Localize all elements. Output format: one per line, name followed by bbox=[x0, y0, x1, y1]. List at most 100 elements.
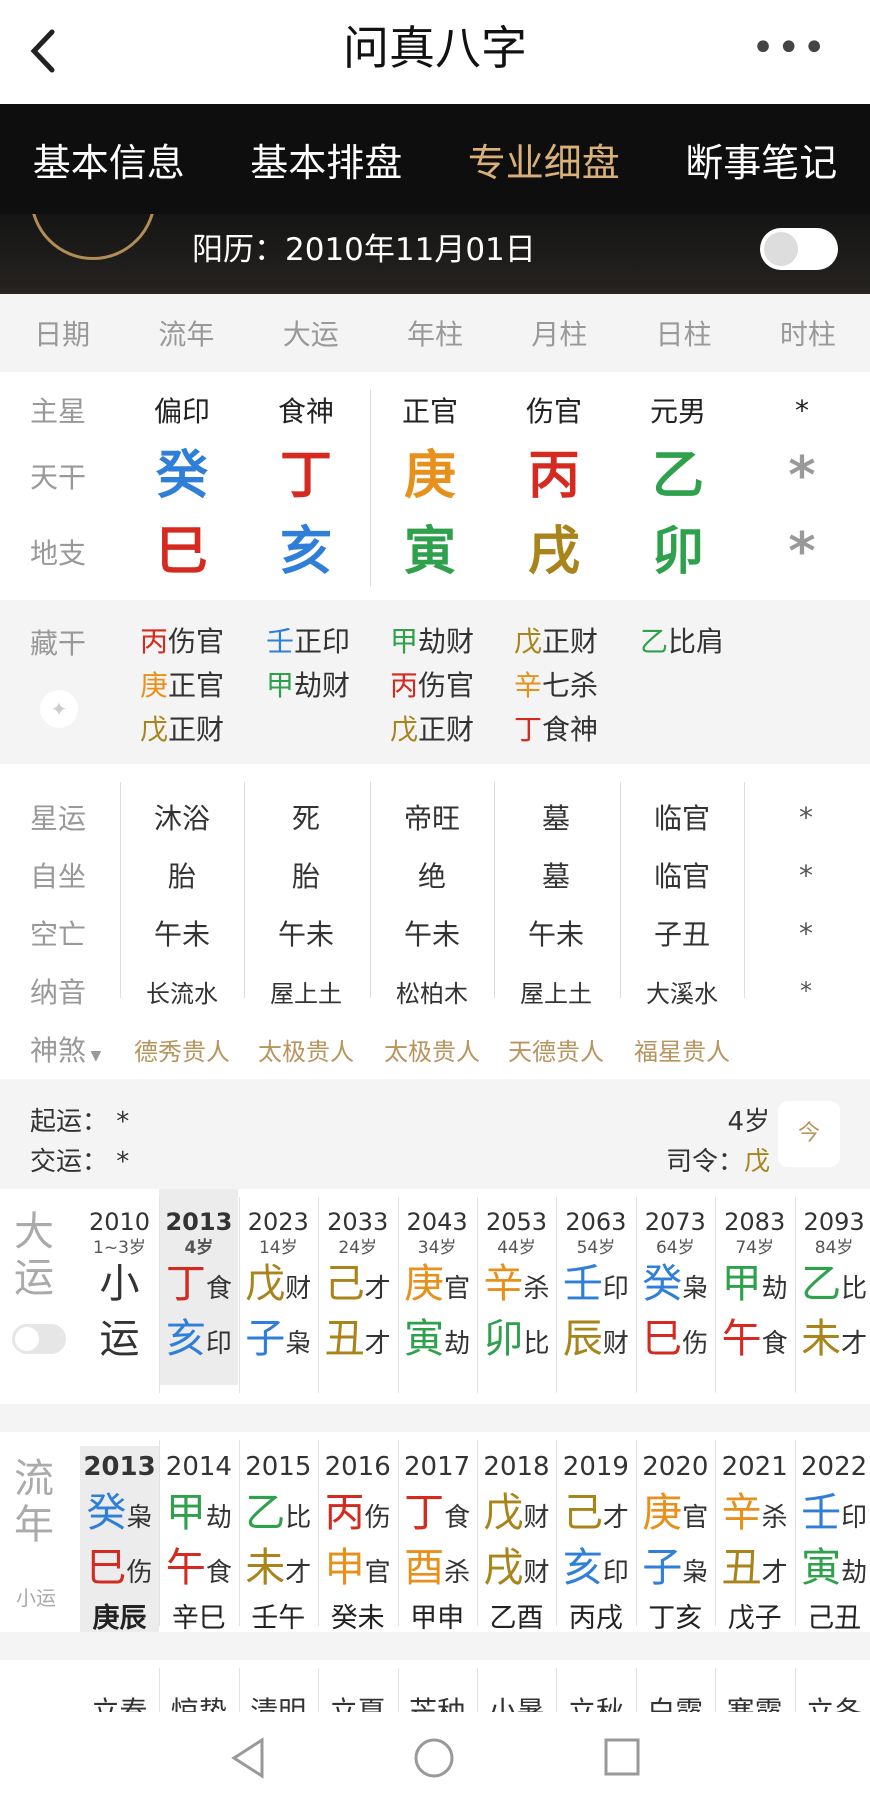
shensha-label[interactable]: 神煞 ▼ bbox=[30, 1029, 101, 1069]
dayun-column[interactable]: 2083 74岁 甲劫 午食 bbox=[715, 1207, 794, 1385]
main-star: 偏印 bbox=[153, 395, 210, 428]
shensha-row: 神煞 ▼ 德秀贵人 太极贵人 太极贵人 天德贵人 福星贵人 bbox=[0, 1020, 870, 1078]
tab-professional-chart[interactable]: 专业细盘 bbox=[435, 132, 653, 187]
ten-god: 比肩 bbox=[668, 625, 725, 658]
liunian-branch: 巳伤 bbox=[80, 1543, 159, 1598]
pillar-char: 亥 bbox=[165, 1316, 206, 1362]
liunian-column[interactable]: 2020 庚官 子枭 丁亥 bbox=[636, 1446, 715, 1634]
xingyun-cell: 墓 bbox=[541, 802, 570, 835]
pillar-char: 己 bbox=[562, 1490, 603, 1536]
ten-god-abbr: 劫 bbox=[444, 1329, 471, 1359]
liunian-column[interactable]: 2014 甲劫 午食 辛巳 bbox=[159, 1446, 238, 1634]
liunian-column[interactable]: 2016 丙伤 申官 癸未 bbox=[318, 1446, 397, 1634]
dayun-column[interactable]: 2033 24岁 己才 丑才 bbox=[318, 1207, 397, 1385]
dayun-year: 2063 bbox=[565, 1208, 627, 1236]
hidden-stem: 丙伤官 bbox=[390, 664, 474, 708]
ten-god-abbr: 杀 bbox=[523, 1274, 550, 1304]
shensha-item[interactable]: 太极贵人 bbox=[244, 1032, 368, 1067]
liunian-column[interactable]: 2022 壬印 寅劫 己丑 bbox=[795, 1446, 870, 1634]
dayun-column[interactable]: 2063 54岁 壬印 辰财 bbox=[556, 1207, 635, 1385]
dayun-column[interactable]: 2010 1~3岁小运 bbox=[80, 1207, 159, 1385]
liunian-column[interactable]: 2017 丁食 酉杀 甲申 bbox=[398, 1446, 477, 1634]
hidden-stem-column: 丙伤官 庚正官 戊正财 bbox=[140, 620, 224, 752]
dayun-column[interactable]: 2093 84岁 乙比 未才 bbox=[795, 1207, 870, 1385]
tab-basic-info[interactable]: 基本信息 bbox=[0, 132, 218, 187]
banner-toggle[interactable] bbox=[760, 228, 838, 270]
ten-god-abbr: 财 bbox=[285, 1274, 312, 1304]
ten-god-abbr: 财 bbox=[602, 1329, 629, 1359]
ten-god: 正财 bbox=[542, 625, 599, 658]
pillar-char: 小 bbox=[99, 1261, 140, 1307]
dayun-column[interactable]: 2023 14岁 戊财 子枭 bbox=[239, 1207, 318, 1385]
dayun-column[interactable]: 2013 4岁 丁食 亥印 bbox=[159, 1189, 239, 1385]
stem-char: 戊 bbox=[390, 713, 419, 746]
ten-god-abbr: 印 bbox=[602, 1558, 629, 1588]
liunian-branch: 戌财 bbox=[477, 1543, 556, 1598]
hidden-stems-label: 藏干 bbox=[30, 627, 87, 660]
pillar-char: 卯 bbox=[483, 1316, 524, 1362]
pillar-char: 己 bbox=[324, 1261, 365, 1307]
liunian-branch: 申官 bbox=[318, 1543, 397, 1598]
ten-god-abbr: 食 bbox=[205, 1558, 232, 1588]
shensha-item[interactable]: 太极贵人 bbox=[370, 1032, 494, 1067]
kongwang-cell: 午未 bbox=[403, 918, 460, 951]
column-divider bbox=[477, 1440, 478, 1626]
column-divider bbox=[477, 1197, 478, 1393]
pin-icon[interactable]: ✦ bbox=[40, 690, 78, 728]
ten-god-abbr: 比 bbox=[523, 1329, 550, 1359]
col-day: 日柱 bbox=[655, 318, 712, 351]
ten-god-abbr: 才 bbox=[602, 1503, 629, 1533]
liunian-column[interactable]: 2019 己才 亥印 丙戌 bbox=[556, 1446, 635, 1634]
main-star: 正官 bbox=[401, 395, 458, 428]
pillar-char: 丁 bbox=[404, 1490, 445, 1536]
shensha-item[interactable]: 德秀贵人 bbox=[120, 1032, 244, 1067]
kongwang-cell: 午未 bbox=[153, 918, 210, 951]
tab-notes[interactable]: 断事笔记 bbox=[653, 132, 870, 187]
nav-recents-icon[interactable] bbox=[602, 1736, 642, 1780]
hidden-stem: 丁食神 bbox=[514, 708, 598, 752]
xingyun-cell: 死 bbox=[291, 802, 320, 835]
hidden-stem-column: 乙比肩 bbox=[640, 620, 724, 664]
liunian-column[interactable]: 2013 癸枭 巳伤 庚辰 bbox=[80, 1446, 159, 1634]
dayun-column[interactable]: 2043 34岁 庚官 寅劫 bbox=[398, 1207, 477, 1385]
xingyun-cell: 帝旺 bbox=[403, 802, 460, 835]
fortune-details: 星运 沐浴死帝旺墓临官 * 自坐胎胎绝墓临官 * 空亡 午未 午未 午未 午未 子丑 * 纳音 长流水 屋上… bbox=[0, 764, 870, 1079]
liunian-column[interactable]: 2015 乙比 未才 壬午 bbox=[239, 1446, 318, 1634]
liunian-label-1: 流 bbox=[14, 1456, 54, 1502]
today-calendar-icon[interactable]: 今 bbox=[778, 1101, 840, 1167]
kongwang-row: 空亡 午未 午未 午未 午未 子丑 * bbox=[0, 904, 870, 962]
ten-god-abbr: 比 bbox=[285, 1503, 312, 1533]
dayun-column[interactable]: 2053 44岁 辛杀 卯比 bbox=[477, 1207, 556, 1385]
more-options-icon[interactable]: ••• bbox=[751, 28, 828, 68]
liunian-column[interactable]: 2018 戊财 戌财 乙酉 bbox=[477, 1446, 556, 1634]
dayun-stem: 丁食 bbox=[159, 1259, 238, 1314]
ten-god: 正财 bbox=[168, 713, 225, 746]
hidden-stem: 戊正财 bbox=[514, 620, 598, 664]
nav-home-icon[interactable] bbox=[412, 1736, 456, 1780]
dayun-year: 2013 bbox=[165, 1208, 233, 1236]
xiaoyun-pillar: 辛巳 bbox=[171, 1603, 226, 1634]
pillar-char: 未 bbox=[801, 1316, 842, 1362]
ten-god-abbr: 枭 bbox=[126, 1503, 153, 1533]
top-header: 问真八字 ••• bbox=[0, 0, 870, 104]
kongwang-cell: 午未 bbox=[277, 918, 334, 951]
dayun-column[interactable]: 2073 64岁 癸枭 巳伤 bbox=[636, 1207, 715, 1385]
shensha-item[interactable]: 福星贵人 bbox=[620, 1032, 744, 1067]
shensha-item[interactable]: 天德贵人 bbox=[494, 1032, 618, 1067]
liunian-year: 2020 bbox=[642, 1452, 709, 1482]
main-star: 伤官 bbox=[525, 395, 582, 428]
pillar-char: 巳 bbox=[642, 1316, 683, 1362]
col-year: 年柱 bbox=[406, 318, 463, 351]
xiaoyun-toggle[interactable] bbox=[12, 1324, 66, 1354]
tiangan-char: 庚 bbox=[403, 446, 456, 506]
hidden-stem: 庚正官 bbox=[140, 664, 224, 708]
liunian-branch: 子枭 bbox=[636, 1543, 715, 1598]
dayun-age: 84岁 bbox=[814, 1238, 854, 1258]
pillar-char: 壬 bbox=[801, 1490, 842, 1536]
nav-back-icon[interactable] bbox=[228, 1736, 268, 1780]
column-divider bbox=[794, 1197, 796, 1393]
liunian-column[interactable]: 2021 辛杀 丑才 戊子 bbox=[715, 1446, 794, 1634]
ten-god-abbr: 食 bbox=[761, 1329, 788, 1359]
tab-basic-chart[interactable]: 基本排盘 bbox=[218, 132, 436, 187]
dayun-age: 1~3岁 bbox=[93, 1238, 146, 1258]
